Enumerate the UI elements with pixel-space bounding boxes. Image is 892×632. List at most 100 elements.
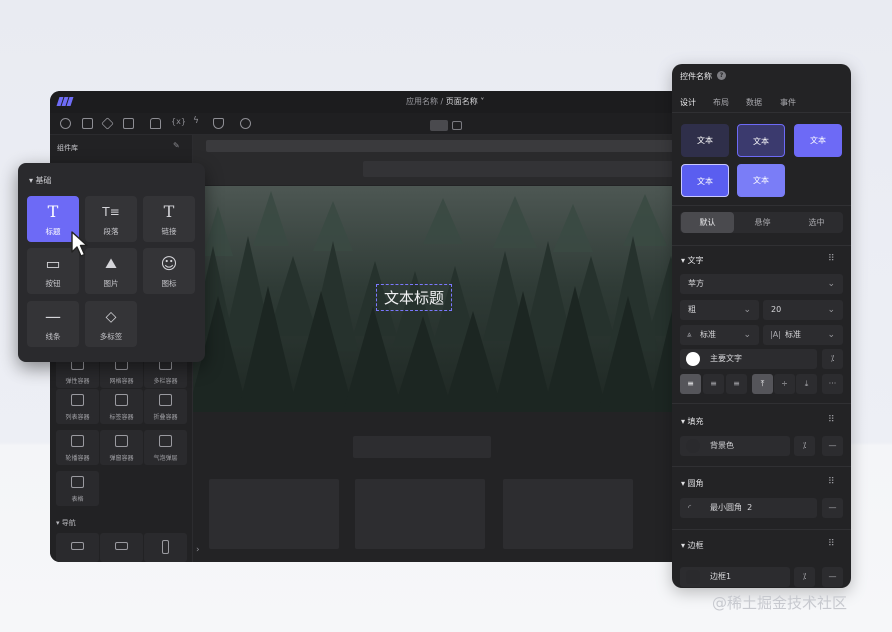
state-default[interactable]: 默认: [681, 212, 734, 233]
component-modal-container[interactable]: 弹窗容器: [100, 430, 143, 465]
tab-layout[interactable]: 布局: [713, 97, 729, 108]
database-icon[interactable]: [150, 118, 161, 129]
font-weight-select[interactable]: 粗 ⌄: [680, 300, 759, 320]
canvas-card-2[interactable]: [355, 479, 485, 549]
component-line[interactable]: — 线条: [27, 301, 79, 347]
drag-handle-icon[interactable]: ⠿: [828, 539, 835, 549]
component-tabs-container[interactable]: 标签容器: [100, 389, 143, 424]
popup-section-basic[interactable]: ▾ 基础: [29, 175, 52, 186]
font-family-select[interactable]: 苹方 ⌄: [680, 274, 843, 294]
divider: [672, 529, 851, 530]
image-icon[interactable]: [123, 118, 134, 129]
canvas-placeholder-bar[interactable]: [353, 436, 491, 458]
component-tags[interactable]: ◇ 多标签: [85, 301, 137, 347]
section-fill[interactable]: ▾ 填充: [681, 416, 704, 427]
align-left-button[interactable]: ≡: [680, 374, 701, 394]
page-switcher[interactable]: 页面名称 ˅: [446, 97, 485, 106]
variable-toggle-icon[interactable]: ⁒: [794, 436, 815, 456]
component-image[interactable]: ⛰ 图片: [85, 248, 137, 294]
layers-icon[interactable]: [101, 117, 114, 130]
section-radius[interactable]: ▾ 圆角: [681, 478, 704, 489]
image-icon: ⛰: [105, 256, 117, 272]
font-size-select[interactable]: 20 ⌄: [763, 300, 843, 320]
help-icon[interactable]: ?: [717, 71, 726, 80]
table-icon: [71, 476, 84, 488]
divider: [672, 205, 851, 206]
color-swatch: [686, 352, 700, 366]
remove-fill-button[interactable]: —: [822, 436, 843, 456]
component-nav-1[interactable]: [56, 533, 99, 562]
valign-middle-button[interactable]: ÷: [774, 374, 795, 394]
chevron-down-icon: ⌄: [827, 279, 835, 289]
more-options-button[interactable]: ···: [822, 374, 843, 394]
drag-handle-icon[interactable]: ⠿: [828, 477, 835, 487]
style-preset-5[interactable]: 文本: [737, 164, 785, 197]
mobile-view-button[interactable]: [452, 121, 462, 130]
component-nav-2[interactable]: [100, 533, 143, 562]
variable-toggle-icon[interactable]: ⁒: [822, 349, 843, 369]
component-paragraph[interactable]: T≡ 段落: [85, 196, 137, 242]
breadcrumb-app[interactable]: 应用名称: [406, 97, 438, 106]
app-logo[interactable]: [56, 97, 74, 106]
radius-field[interactable]: ◜ 最小圆角 2: [680, 498, 817, 518]
state-selected[interactable]: 选中: [790, 212, 843, 233]
tab-events[interactable]: 事件: [780, 97, 796, 108]
align-center-button[interactable]: ≡: [703, 374, 724, 394]
variable-toggle-icon[interactable]: ⁒: [794, 567, 815, 587]
component-carousel-container[interactable]: 轮播容器: [56, 430, 99, 465]
component-collapse-container[interactable]: 折叠容器: [144, 389, 187, 424]
page-icon[interactable]: [82, 118, 93, 129]
component-icon[interactable]: ☺ 图标: [143, 248, 195, 294]
text-color-field[interactable]: 主要文字: [680, 349, 817, 369]
navbar-icon: [71, 542, 84, 550]
fill-color-field[interactable]: 背景色: [680, 436, 790, 456]
tab-data[interactable]: 数据: [746, 97, 762, 108]
pin-icon[interactable]: ✎: [173, 141, 180, 150]
drag-handle-icon[interactable]: ⠿: [828, 254, 835, 264]
state-hover[interactable]: 悬停: [736, 212, 789, 233]
section-text[interactable]: ▾ 文字: [681, 255, 704, 266]
tab-design[interactable]: 设计: [680, 97, 696, 108]
component-table[interactable]: 表格: [56, 471, 99, 506]
lightning-icon[interactable]: ϟ: [193, 116, 204, 127]
hero-image[interactable]: 文本标题: [193, 186, 690, 412]
line-height-select[interactable]: |A| 标准 ⌄: [763, 325, 843, 345]
expand-sidebar-icon[interactable]: ›: [196, 545, 200, 555]
property-panel: 控件名称 ? 设计 布局 数据 事件 文本 文本 文本 文本 文本 默认 悬停 …: [672, 64, 851, 588]
title-bar: 应用名称 / 页面名称 ˅: [50, 91, 690, 113]
component-list-container[interactable]: 列表容器: [56, 389, 99, 424]
style-preset-1[interactable]: 文本: [681, 124, 729, 157]
color-swatch: [686, 439, 700, 453]
valign-top-button[interactable]: ⤒: [752, 374, 773, 394]
watermark: @稀土掘金技术社区: [712, 594, 848, 612]
drag-handle-icon[interactable]: ⠿: [828, 415, 835, 425]
section-border[interactable]: ▾ 边框: [681, 540, 704, 551]
component-nav-3[interactable]: [144, 533, 187, 562]
align-right-button[interactable]: ≡: [726, 374, 747, 394]
hero-title-text[interactable]: 文本标题: [376, 284, 453, 311]
variable-icon[interactable]: {x}: [171, 117, 186, 128]
divider: [672, 245, 851, 246]
link-icon: T: [163, 202, 175, 221]
smiley-icon: ☺: [160, 254, 178, 273]
border-field[interactable]: 边框1: [680, 567, 790, 587]
canvas-card-3[interactable]: [503, 479, 633, 549]
shield-icon[interactable]: [213, 118, 224, 129]
canvas-card-1[interactable]: [209, 479, 339, 549]
style-preset-4[interactable]: 文本: [681, 164, 729, 197]
letter-spacing-icon: ⩓: [687, 330, 692, 339]
design-canvas[interactable]: 文本标题 ›: [193, 135, 690, 562]
plugin-icon[interactable]: [240, 118, 251, 129]
valign-bottom-button[interactable]: ⤓: [796, 374, 817, 394]
remove-radius-button[interactable]: —: [822, 498, 843, 518]
divider: [672, 112, 851, 113]
section-navigation[interactable]: ▾ 导航: [56, 518, 76, 528]
component-link[interactable]: T 链接: [143, 196, 195, 242]
component-popover[interactable]: 气泡弹层: [144, 430, 187, 465]
letter-spacing-select[interactable]: ⩓ 标准 ⌄: [680, 325, 759, 345]
style-preset-3[interactable]: 文本: [794, 124, 842, 157]
desktop-view-button[interactable]: [430, 120, 448, 131]
style-preset-2[interactable]: 文本: [737, 124, 785, 157]
remove-border-button[interactable]: —: [822, 567, 843, 587]
components-icon[interactable]: [60, 118, 71, 129]
